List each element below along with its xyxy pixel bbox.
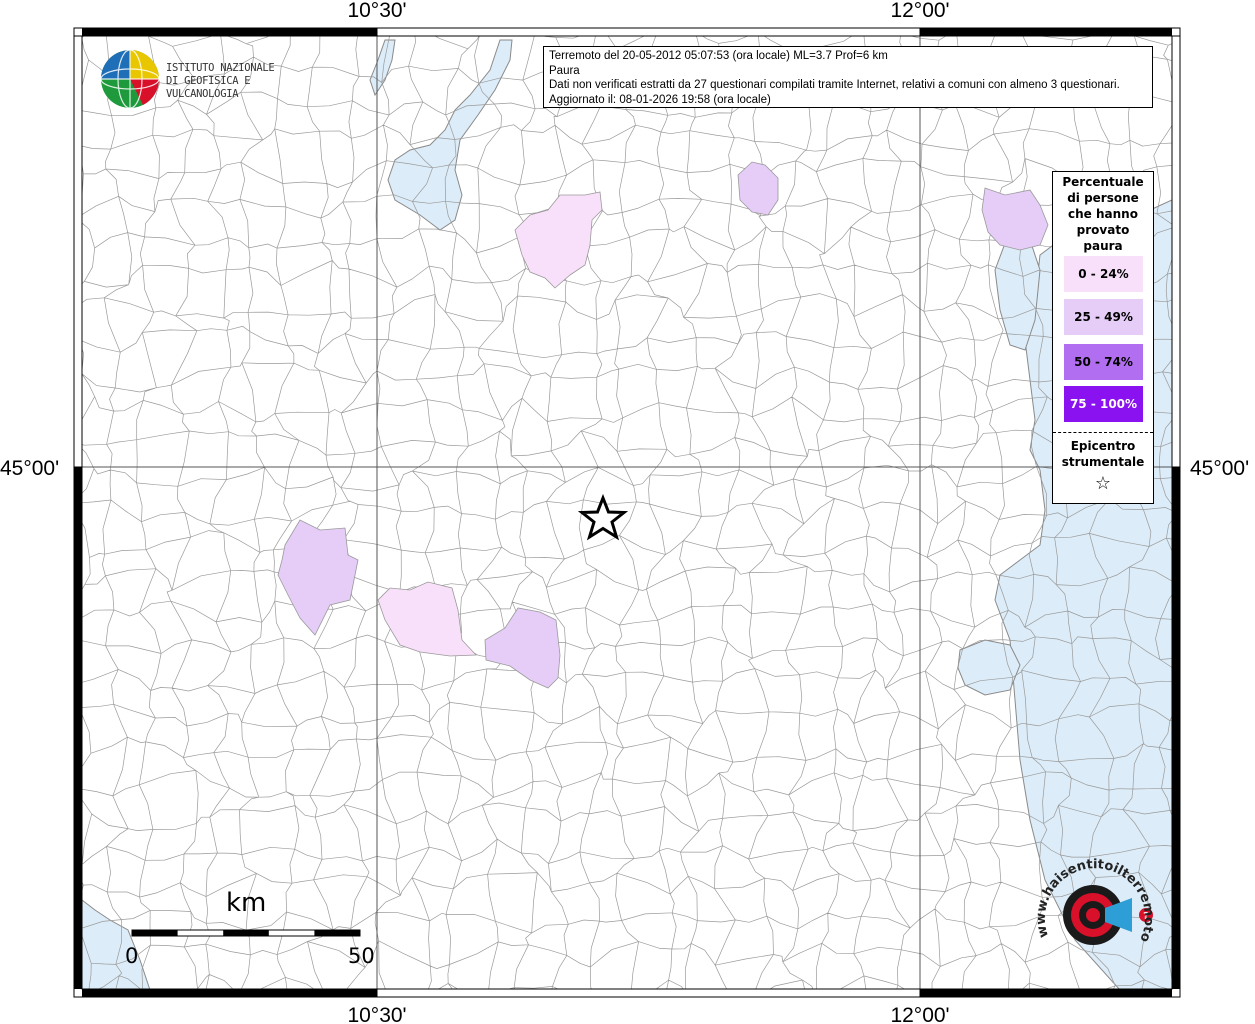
legend-epicenter-label: Epicentro strumentale <box>1053 438 1153 470</box>
lat-label-left: 45°00' <box>0 457 59 480</box>
lon-label-top-right: 12°00' <box>890 0 949 22</box>
legend-star-icon: ☆ <box>1094 473 1112 494</box>
legend-title-line: Percentuale <box>1062 175 1144 189</box>
seismic-fear-map: 10°30' 12°00' 10°30' 12°00' 45°00' 45°00… <box>0 0 1249 1024</box>
map-parameter: Paura <box>549 64 580 77</box>
data-disclaimer: Dati non verificati estratti da 27 quest… <box>549 79 1120 91</box>
scale-end: 50 <box>348 944 375 968</box>
ingv-name-line1: ISTITUTO NAZIONALE <box>166 62 275 74</box>
legend-title: Percentuale di persone che hanno provato… <box>1053 174 1153 254</box>
legend-title-line: che hanno <box>1068 207 1138 221</box>
legend-title-line: provato <box>1076 223 1130 237</box>
ingv-name-line2: DI GEOFISICA E VULCANOLOGIA <box>166 75 251 100</box>
legend-epicenter-line: strumentale <box>1061 455 1145 469</box>
ingv-globe-icon <box>100 49 160 109</box>
legend-class-25-49: 25 - 49% <box>1064 299 1143 335</box>
legend-divider <box>1053 432 1153 433</box>
legend-epicenter-line: Epicentro <box>1070 439 1136 453</box>
legend-class-75-100: 75 - 100% <box>1064 386 1143 422</box>
lon-label-bottom-right: 12°00' <box>890 1004 949 1024</box>
legend: Percentuale di persone che hanno provato… <box>1052 171 1154 504</box>
scale-bar <box>131 929 361 937</box>
event-title: Terremoto del 20-05-2012 05:07:53 (ora l… <box>549 50 888 62</box>
lon-label-top-left: 10°30' <box>347 0 406 22</box>
lat-label-right: 45°00' <box>1190 457 1249 480</box>
scale-unit: km <box>226 888 267 918</box>
legend-class-50-74: 50 - 74% <box>1064 344 1143 380</box>
event-info-box: Terremoto del 20-05-2012 05:07:53 (ora l… <box>543 46 1153 108</box>
scale-start: 0 <box>125 944 139 968</box>
ingv-logo: ISTITUTO NAZIONALE DI GEOFISICA E VULCAN… <box>98 48 318 110</box>
update-timestamp: Aggiornato il: 08-01-2026 19:58 (ora loc… <box>549 93 771 106</box>
legend-title-line: paura <box>1083 239 1123 253</box>
lon-label-bottom-left: 10°30' <box>347 1004 406 1024</box>
legend-class-0-24: 0 - 24% <box>1064 256 1143 292</box>
legend-title-line: di persone <box>1067 191 1139 205</box>
